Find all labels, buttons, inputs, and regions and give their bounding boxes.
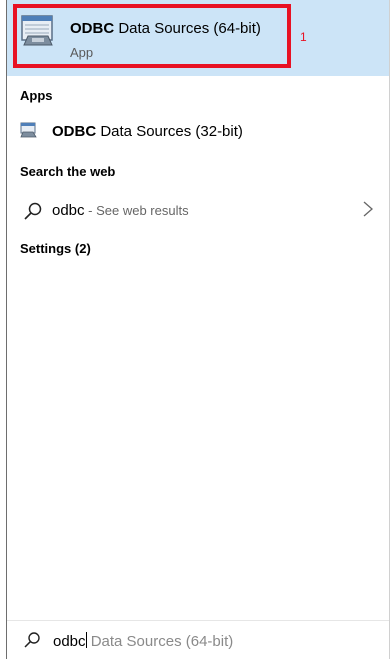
search-box[interactable]: odbc Data Sources (64-bit)	[7, 620, 389, 660]
chevron-right-icon[interactable]	[361, 200, 375, 218]
search-icon	[23, 201, 43, 221]
search-icon	[23, 631, 41, 649]
web-search-result[interactable]: odbc - See web results	[7, 192, 389, 226]
app-result-title: ODBC Data Sources (32-bit)	[52, 123, 243, 140]
app-result-odbc-32[interactable]: ODBC Data Sources (32-bit)	[7, 114, 389, 148]
search-autocomplete: Data Sources (64-bit)	[86, 633, 234, 650]
search-results-panel: ODBC Data Sources (64-bit) App 1 Apps OD…	[0, 0, 390, 660]
section-header-settings[interactable]: Settings (2)	[20, 241, 91, 256]
odbc-database-icon	[20, 122, 38, 138]
panel-left-border	[6, 0, 7, 659]
search-input[interactable]: odbc Data Sources (64-bit)	[53, 632, 233, 650]
section-header-apps: Apps	[20, 88, 53, 103]
annotation-number: 1	[300, 30, 307, 44]
annotation-highlight-box	[13, 4, 291, 68]
web-search-text: odbc - See web results	[52, 202, 189, 219]
section-header-search-web: Search the web	[20, 164, 116, 179]
